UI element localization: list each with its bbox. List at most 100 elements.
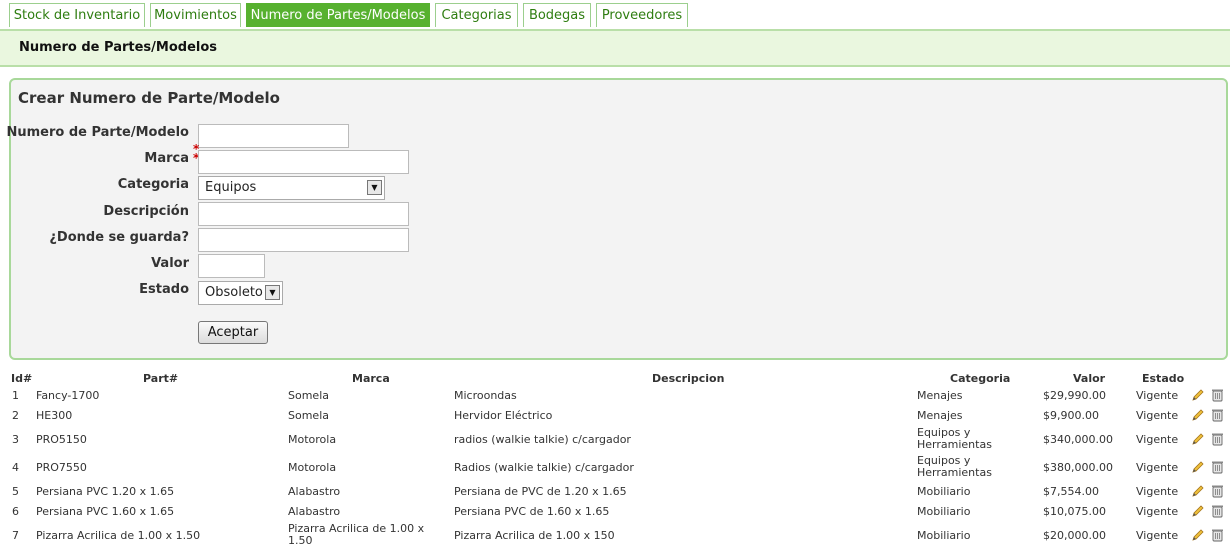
cell-categoria: Menajes <box>917 409 963 422</box>
cell-valor: $7,554.00 <box>1043 485 1099 498</box>
trash-icon[interactable] <box>1211 388 1224 402</box>
cell-valor: $9,900.00 <box>1043 409 1099 422</box>
tab-stock-de-inventario[interactable]: Stock de Inventario <box>9 3 145 27</box>
cell-categoria: Mobiliario <box>917 529 971 542</box>
cell-id: 5 <box>12 485 19 498</box>
trash-icon[interactable] <box>1211 528 1224 542</box>
cell-categoria: Mobiliario <box>917 505 971 518</box>
pencil-icon[interactable] <box>1191 388 1205 402</box>
cell-estado: Vigente <box>1136 389 1179 402</box>
cell-id: 3 <box>12 433 19 446</box>
column-header-part: Part# <box>143 372 179 385</box>
cell-id: 7 <box>12 529 19 542</box>
cell-part: Fancy-1700 <box>36 389 100 402</box>
trash-icon[interactable] <box>1211 484 1224 498</box>
cell-estado: Vigente <box>1136 529 1179 542</box>
cell-estado: Vigente <box>1136 433 1179 446</box>
estado-select[interactable]: Obsoleto ▼ <box>198 281 283 305</box>
label-estado: Estado <box>139 282 189 297</box>
dropdown-arrow-icon[interactable]: ▼ <box>265 285 280 300</box>
pencil-icon[interactable] <box>1191 460 1205 474</box>
label-categoria: Categoria <box>117 177 189 192</box>
cell-estado: Vigente <box>1136 461 1179 474</box>
tab-movimientos[interactable]: Movimientos <box>150 3 241 27</box>
cell-part: Persiana PVC 1.20 x 1.65 <box>36 485 175 498</box>
label-donde-se-guarda: ¿Donde se guarda? <box>49 230 189 245</box>
cell-marca: Motorola <box>288 461 337 474</box>
cell-descripcion: radios (walkie talkie) c/cargador <box>454 433 631 446</box>
tab-numero-de-partes[interactable]: Numero de Partes/Modelos <box>246 3 430 27</box>
cell-id: 6 <box>12 505 19 518</box>
cell-id: 1 <box>12 389 19 402</box>
create-part-form: Crear Numero de Parte/Modelo Numero de P… <box>6 78 1228 360</box>
part-number-input[interactable] <box>198 124 349 148</box>
label-descripcion: Descripción <box>103 204 189 219</box>
column-header-marca: Marca <box>352 372 390 385</box>
cell-categoria: Equipos y Herramientas <box>917 454 992 479</box>
pencil-icon[interactable] <box>1191 408 1205 422</box>
pencil-icon[interactable] <box>1191 504 1205 518</box>
trash-icon[interactable] <box>1211 432 1224 446</box>
column-header-descripcion: Descripcion <box>652 372 725 385</box>
cell-id: 2 <box>12 409 19 422</box>
cell-categoria: Equipos y Herramientas <box>917 426 992 451</box>
cell-part: PRO5150 <box>36 433 87 446</box>
trash-icon[interactable] <box>1211 460 1224 474</box>
column-header-id: Id# <box>11 372 33 385</box>
tab-proveedores[interactable]: Proveedores <box>596 3 688 27</box>
label-marca: Marca <box>144 151 189 166</box>
cell-part: Persiana PVC 1.60 x 1.65 <box>36 505 175 518</box>
aceptar-button[interactable]: Aceptar <box>198 321 268 344</box>
cell-part: HE300 <box>36 409 73 422</box>
dropdown-arrow-icon[interactable]: ▼ <box>367 180 382 195</box>
cell-categoria: Mobiliario <box>917 485 971 498</box>
valor-input[interactable] <box>198 254 265 278</box>
cell-descripcion: Radios (walkie talkie) c/cargador <box>454 461 634 474</box>
cell-descripcion: Persiana PVC de 1.60 x 1.65 <box>454 505 610 518</box>
cell-estado: Vigente <box>1136 505 1179 518</box>
column-header-valor: Valor <box>1073 372 1106 385</box>
cell-categoria: Menajes <box>917 389 963 402</box>
trash-icon[interactable] <box>1211 504 1224 518</box>
donde-se-guarda-input[interactable] <box>198 228 409 252</box>
cell-valor: $20,000.00 <box>1043 529 1106 542</box>
label-part-number: Numero de Parte/Modelo <box>6 125 189 140</box>
cell-valor: $29,990.00 <box>1043 389 1106 402</box>
tab-bodegas[interactable]: Bodegas <box>523 3 591 27</box>
cell-valor: $380,000.00 <box>1043 461 1113 474</box>
cell-id: 4 <box>12 461 19 474</box>
tab-bar: Stock de Inventario Movimientos Numero d… <box>0 0 1230 30</box>
cell-marca: Pizarra Acrilica de 1.00 x 1.50 <box>288 522 425 547</box>
cell-estado: Vigente <box>1136 485 1179 498</box>
form-title: Crear Numero de Parte/Modelo <box>18 89 280 107</box>
tab-categorias[interactable]: Categorias <box>435 3 518 27</box>
pencil-icon[interactable] <box>1191 432 1205 446</box>
trash-icon[interactable] <box>1211 408 1224 422</box>
cell-valor: $10,075.00 <box>1043 505 1106 518</box>
categoria-select[interactable]: Equipos ▼ <box>198 176 385 200</box>
cell-part: PRO7550 <box>36 461 87 474</box>
cell-descripcion: Hervidor Eléctrico <box>454 409 553 422</box>
cell-descripcion: Persiana de PVC de 1.20 x 1.65 <box>454 485 627 498</box>
cell-descripcion: Microondas <box>454 389 517 402</box>
pencil-icon[interactable] <box>1191 528 1205 542</box>
cell-marca: Somela <box>288 409 329 422</box>
descripcion-input[interactable] <box>198 202 409 226</box>
cell-marca: Somela <box>288 389 329 402</box>
cell-estado: Vigente <box>1136 409 1179 422</box>
column-header-estado: Estado <box>1142 372 1185 385</box>
cell-marca: Alabastro <box>288 505 341 518</box>
column-header-categoria: Categoria <box>950 372 1011 385</box>
pencil-icon[interactable] <box>1191 484 1205 498</box>
cell-part: Pizarra Acrilica de 1.00 x 1.50 <box>36 529 201 542</box>
cell-descripcion: Pizarra Acrilica de 1.00 x 150 <box>454 529 615 542</box>
section-header: Numero de Partes/Modelos <box>0 29 1230 67</box>
estado-selected-value: Obsoleto <box>205 285 263 300</box>
page-title: Numero de Partes/Modelos <box>19 40 218 55</box>
cell-valor: $340,000.00 <box>1043 433 1113 446</box>
marca-input[interactable] <box>198 150 409 174</box>
cell-marca: Alabastro <box>288 485 341 498</box>
cell-marca: Motorola <box>288 433 337 446</box>
categoria-selected-value: Equipos <box>205 180 257 195</box>
label-valor: Valor <box>151 256 189 271</box>
